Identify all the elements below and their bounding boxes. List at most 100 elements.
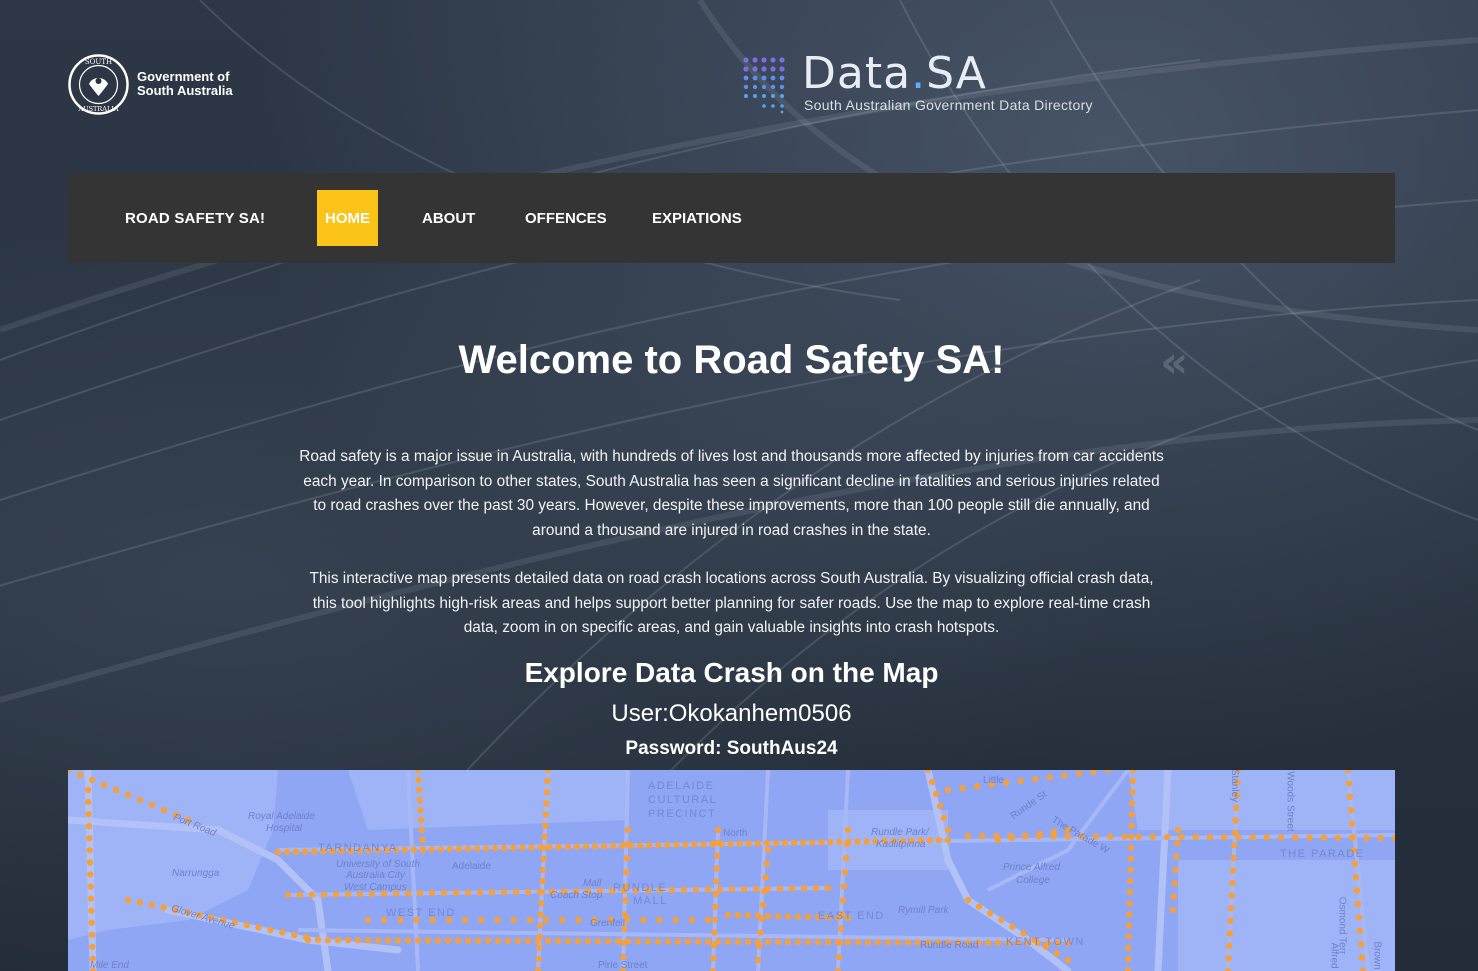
crash-marker[interactable] (1232, 804, 1240, 811)
crash-marker[interactable] (713, 865, 720, 872)
crash-marker[interactable] (740, 885, 748, 893)
crash-marker[interactable] (609, 842, 617, 850)
crash-marker[interactable] (1231, 829, 1239, 837)
crash-marker[interactable] (446, 845, 454, 853)
crash-marker[interactable] (574, 937, 582, 945)
crash-marker[interactable] (501, 844, 508, 852)
crash-marker[interactable] (790, 839, 798, 846)
crash-marker[interactable] (88, 931, 96, 938)
crash-marker[interactable] (374, 937, 382, 944)
crash-marker[interactable] (419, 846, 427, 854)
crash-marker[interactable] (894, 939, 902, 946)
crash-marker[interactable] (519, 844, 526, 851)
crash-marker[interactable] (492, 844, 499, 852)
crash-marker[interactable] (87, 883, 94, 890)
crash-marker[interactable] (89, 943, 96, 951)
crash-marker[interactable] (364, 916, 372, 924)
crash-marker[interactable] (680, 886, 688, 894)
crash-marker[interactable] (301, 848, 309, 855)
crash-marker[interactable] (1164, 833, 1171, 841)
crash-marker[interactable] (1228, 892, 1235, 899)
crash-marker[interactable] (1090, 770, 1097, 776)
crash-marker[interactable] (1127, 866, 1134, 874)
crash-marker[interactable] (694, 938, 702, 945)
crash-marker[interactable] (840, 883, 848, 890)
crash-marker[interactable] (364, 937, 372, 944)
crash-marker[interactable] (1127, 844, 1135, 851)
crash-marker[interactable] (1357, 941, 1365, 948)
crash-marker[interactable] (1128, 822, 1135, 829)
crash-marker[interactable] (267, 926, 274, 934)
crash-marker[interactable] (500, 889, 508, 896)
crash-marker[interactable] (744, 912, 752, 919)
crash-marker[interactable] (308, 891, 316, 898)
crash-marker[interactable] (711, 916, 719, 923)
crash-marker[interactable] (736, 840, 743, 847)
crash-marker[interactable] (711, 929, 718, 936)
crash-marker[interactable] (964, 832, 972, 840)
crash-marker[interactable] (86, 847, 93, 854)
crash-marker[interactable] (1104, 770, 1112, 774)
crash-marker[interactable] (1064, 956, 1072, 964)
crash-marker[interactable] (464, 889, 472, 896)
crash-marker[interactable] (255, 924, 262, 931)
crash-marker[interactable] (414, 937, 422, 944)
crash-marker[interactable] (1347, 807, 1355, 814)
crash-marker[interactable] (88, 907, 95, 914)
crash-marker[interactable] (1263, 834, 1271, 841)
crash-marker[interactable] (573, 843, 580, 850)
crash-marker[interactable] (594, 937, 602, 945)
crash-marker[interactable] (538, 900, 545, 907)
crash-marker[interactable] (1126, 911, 1133, 918)
crash-marker[interactable] (1352, 874, 1360, 881)
crash-marker[interactable] (824, 938, 832, 946)
crash-marker[interactable] (535, 944, 543, 951)
crash-marker[interactable] (1231, 842, 1238, 849)
crash-marker[interactable] (474, 937, 482, 944)
crash-marker[interactable] (932, 790, 940, 798)
crash-marker[interactable] (1232, 817, 1239, 824)
crash-marker[interactable] (296, 891, 304, 899)
crash-marker[interactable] (1125, 922, 1133, 929)
crash-marker[interactable] (944, 836, 952, 844)
crash-marker[interactable] (461, 916, 469, 924)
crash-marker[interactable] (504, 937, 512, 944)
crash-marker[interactable] (283, 848, 291, 856)
crash-marker[interactable] (1230, 854, 1237, 862)
crash-marker[interactable] (904, 939, 912, 946)
crash-marker[interactable] (759, 901, 767, 909)
crash-marker[interactable] (1127, 855, 1134, 863)
datasa-logo[interactable]: Data.SA South Australian Government Data… (742, 48, 1142, 120)
crash-marker[interactable] (455, 845, 463, 852)
crash-marker[interactable] (1126, 900, 1133, 907)
crash-marker[interactable] (1226, 930, 1234, 937)
crash-marker[interactable] (86, 835, 93, 842)
crash-marker[interactable] (772, 839, 780, 847)
crash-marker[interactable] (1206, 833, 1214, 841)
crash-marker[interactable] (1128, 811, 1136, 818)
crash-marker[interactable] (542, 811, 549, 818)
crash-marker[interactable] (1170, 893, 1178, 900)
crash-marker[interactable] (542, 822, 549, 829)
crash-marker[interactable] (311, 848, 318, 855)
crash-marker[interactable] (292, 848, 300, 855)
crash-marker[interactable] (959, 784, 966, 792)
crash-marker[interactable] (691, 841, 698, 848)
crash-marker[interactable] (664, 841, 671, 849)
crash-marker[interactable] (640, 916, 647, 924)
crash-marker[interactable] (1124, 966, 1132, 971)
crash-marker[interactable] (434, 937, 442, 944)
crash-marker[interactable] (401, 846, 408, 853)
crash-marker[interactable] (418, 826, 425, 834)
crash-marker[interactable] (1171, 880, 1178, 887)
crash-marker[interactable] (1173, 853, 1180, 860)
crash-marker[interactable] (1008, 834, 1016, 842)
crash-marker[interactable] (473, 845, 481, 852)
crash-marker[interactable] (136, 899, 144, 906)
crash-marker[interactable] (839, 897, 847, 904)
crash-marker[interactable] (354, 936, 362, 944)
nav-item-offences[interactable]: OFFENCES (517, 190, 615, 246)
crash-marker[interactable] (656, 916, 663, 924)
crash-marker[interactable] (620, 939, 628, 946)
crash-marker[interactable] (664, 938, 672, 945)
